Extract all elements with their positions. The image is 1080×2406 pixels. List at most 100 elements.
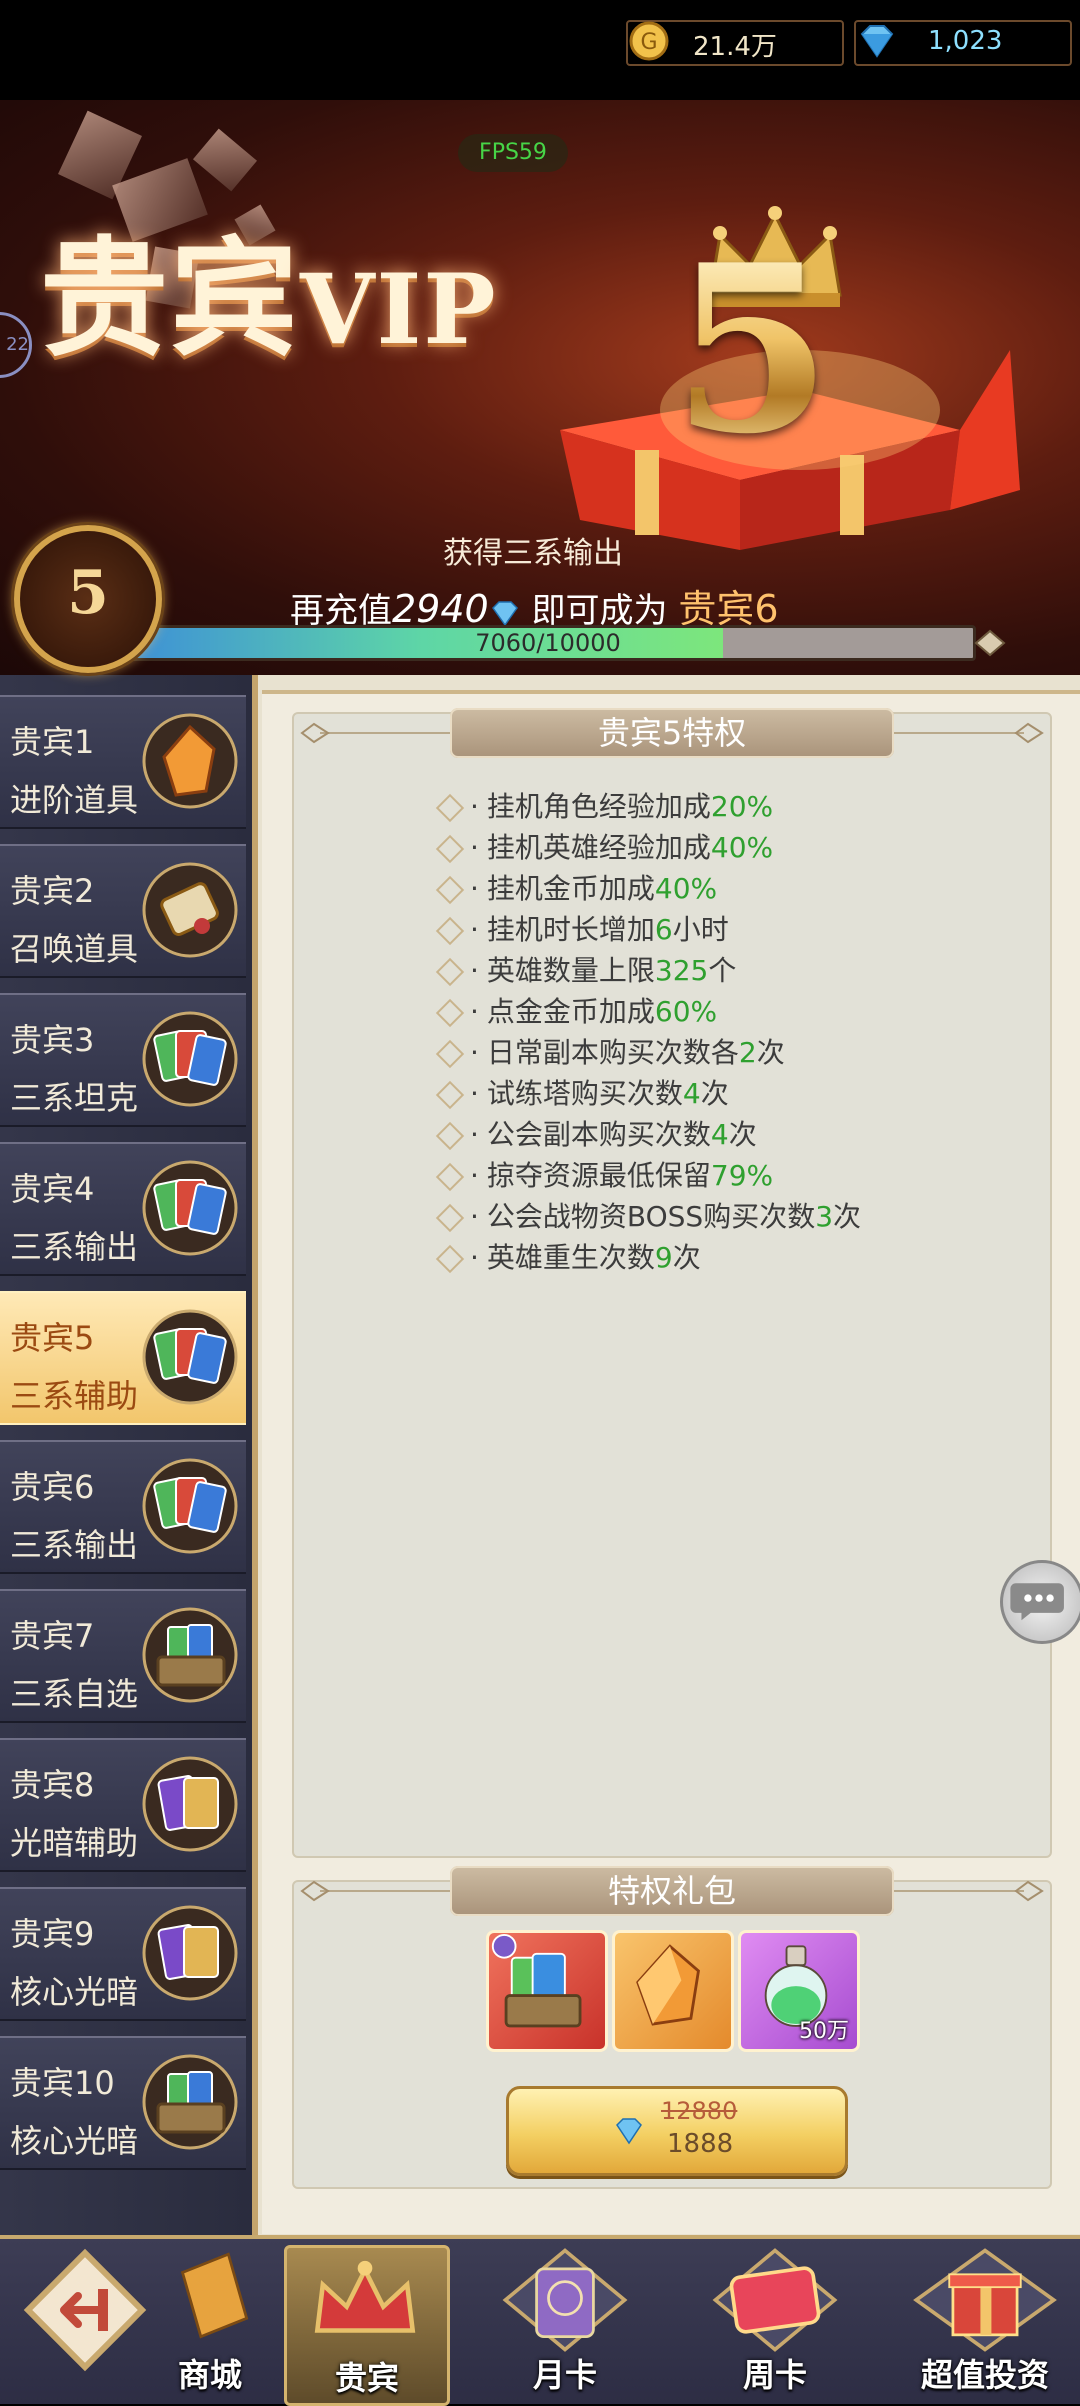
buy-gift-pack-button[interactable]: 12880 1888 [506, 2086, 848, 2176]
privilege-value: 20% [710, 790, 774, 823]
sidebar-item-level: 贵宾3 [10, 1021, 95, 1059]
sidebar-item-vip5[interactable]: 贵宾5 三系辅助 [0, 1291, 246, 1425]
sidebar-item-level: 贵宾9 [10, 1915, 95, 1953]
diamond-bullet-icon [435, 998, 465, 1028]
sidebar-item-vip2[interactable]: 贵宾2 召唤道具 [0, 844, 246, 978]
vip-progress-text: 7060/10000 [475, 629, 621, 657]
diamond-bullet-icon [435, 1244, 465, 1274]
sidebar-item-vip6[interactable]: 贵宾6 三系输出 [0, 1440, 246, 1574]
gift-item[interactable] [486, 1930, 608, 2052]
privilege-suffix: 个 [708, 954, 737, 987]
privilege-item: · 挂机角色经验加成20% [435, 785, 774, 825]
sidebar-item-vip7[interactable]: 贵宾7 三系自选 [0, 1589, 246, 1723]
privilege-value: 4 [710, 1118, 729, 1151]
gift-pack-header: 特权礼包 [300, 1866, 1044, 1916]
nav-month-card[interactable]: 月卡 [490, 2245, 640, 2400]
vip-title-en: VIP [300, 253, 498, 366]
diamond-bullet-icon [435, 916, 465, 946]
sidebar-item-level: 贵宾6 [10, 1468, 95, 1506]
privilege-value: 3 [815, 1200, 834, 1233]
nav-shop[interactable]: 商城 [150, 2245, 270, 2400]
gift-pack-title: 特权礼包 [450, 1866, 894, 1916]
diamond-bullet-icon [435, 875, 465, 905]
sidebar-item-vip9[interactable]: 贵宾9 核心光暗 [0, 1887, 246, 2021]
sidebar-item-vip4[interactable]: 贵宾4 三系输出 [0, 1142, 246, 1276]
sidebar-item-level: 贵宾7 [10, 1617, 95, 1655]
vip-level-sidebar: 贵宾1 进阶道具 贵宾2 召唤道具 贵宾3 三系坦克 贵宾4 三系输出 贵宾5 三系辅助 贵宾6 三系… [0, 675, 258, 2235]
tri-cards-icon [140, 1009, 240, 1109]
vip-title-cn: 贵宾 [40, 225, 301, 374]
privilege-title: 贵宾5特权 [450, 708, 894, 758]
sidebar-item-level: 贵宾1 [10, 723, 95, 761]
privilege-value: 40% [710, 831, 774, 864]
exit-icon [23, 2248, 147, 2372]
nav-week-card[interactable]: 周卡 [700, 2245, 850, 2400]
diamond-value: 1,023 [928, 26, 1003, 56]
privilege-text: 英雄重生次数 [486, 1241, 655, 1274]
vip-level-badge: 5 [14, 525, 162, 673]
light-dark-cards-icon [140, 1903, 240, 2003]
sidebar-item-level: 贵宾10 [10, 2064, 115, 2102]
diamond-bullet-icon [435, 834, 465, 864]
privilege-text: 日常副本购买次数各 [486, 1036, 739, 1069]
sidebar-item-level: 贵宾4 [10, 1170, 95, 1208]
card-chest-icon [491, 1933, 582, 2028]
privilege-value: 9 [654, 1241, 673, 1274]
privilege-text: 挂机角色经验加成 [486, 790, 711, 823]
gift-box-icon [913, 2248, 1057, 2352]
nav-vip-label: 贵宾 [334, 2359, 399, 2397]
privilege-item: · 挂机时长增加6小时 [435, 908, 729, 948]
sidebar-item-reward: 光暗辅助 [10, 1824, 139, 1862]
privilege-item: · 日常副本购买次数各2次 [435, 1031, 785, 1071]
privilege-value: 2 [738, 1036, 757, 1069]
privilege-suffix: 次 [728, 1118, 757, 1151]
nav-investment[interactable]: 超值投资 [900, 2245, 1070, 2400]
privilege-text: 挂机时长增加 [486, 913, 655, 946]
diamond-bullet-icon [435, 1039, 465, 1069]
sale-price: 1888 [667, 2129, 734, 2159]
sidebar-item-vip8[interactable]: 贵宾8 光暗辅助 [0, 1738, 246, 1872]
diamond-bullet-icon [435, 1203, 465, 1233]
sidebar-item-reward: 进阶道具 [10, 781, 139, 819]
sidebar-item-vip10[interactable]: 贵宾10 核心光暗 [0, 2036, 246, 2170]
privilege-text: 掠夺资源最低保留 [486, 1159, 711, 1192]
exit-button[interactable] [20, 2245, 150, 2400]
sidebar-item-vip3[interactable]: 贵宾3 三系坦克 [0, 993, 246, 1127]
progress-end-icon [974, 629, 1006, 657]
gold-counter[interactable]: G 21.4万 [626, 20, 844, 66]
privilege-suffix: 次 [700, 1077, 729, 1110]
shop-icon [180, 2252, 249, 2339]
diamond-counter[interactable]: 1,023 [854, 20, 1072, 66]
chat-button[interactable] [1000, 1560, 1080, 1644]
sidebar-item-reward: 三系输出 [10, 1228, 139, 1266]
privilege-value: 79% [710, 1159, 774, 1192]
sidebar-item-reward: 三系输出 [10, 1526, 139, 1564]
sidebar-item-vip1[interactable]: 贵宾1 进阶道具 [0, 695, 246, 829]
orange-crystal-icon [636, 1944, 700, 2026]
sidebar-item-reward: 三系坦克 [10, 1079, 139, 1117]
sidebar-item-level: 贵宾5 [10, 1319, 95, 1357]
privilege-suffix: 次 [833, 1200, 862, 1233]
privilege-value: 6 [654, 913, 673, 946]
week-card-icon [712, 2248, 838, 2352]
vip-title: 贵宾VIP [40, 195, 498, 380]
ornament-icon [300, 1880, 330, 1902]
diamond-bullet-icon [435, 1080, 465, 1110]
gift-item[interactable]: 50万 [738, 1930, 860, 2052]
month-card-icon [502, 2248, 628, 2352]
privilege-suffix: 次 [756, 1036, 785, 1069]
diamond-bullet-icon [435, 957, 465, 987]
privilege-item: · 挂机英雄经验加成40% [435, 826, 774, 866]
gift-count: 50万 [799, 2019, 849, 2044]
sidebar-item-level: 贵宾2 [10, 872, 95, 910]
privilege-suffix: 次 [672, 1241, 701, 1274]
nav-month-card-label: 月卡 [532, 2356, 597, 2394]
diamond-icon [491, 600, 518, 626]
tri-cards-icon [140, 1158, 240, 1258]
tri-cards-icon [140, 1307, 240, 1407]
sidebar-item-reward: 三系辅助 [10, 1377, 139, 1415]
nav-vip[interactable]: 贵宾 [284, 2245, 450, 2406]
privilege-item: · 挂机金币加成40% [435, 867, 718, 907]
privilege-value: 40% [654, 872, 718, 905]
gift-item[interactable] [612, 1930, 734, 2052]
